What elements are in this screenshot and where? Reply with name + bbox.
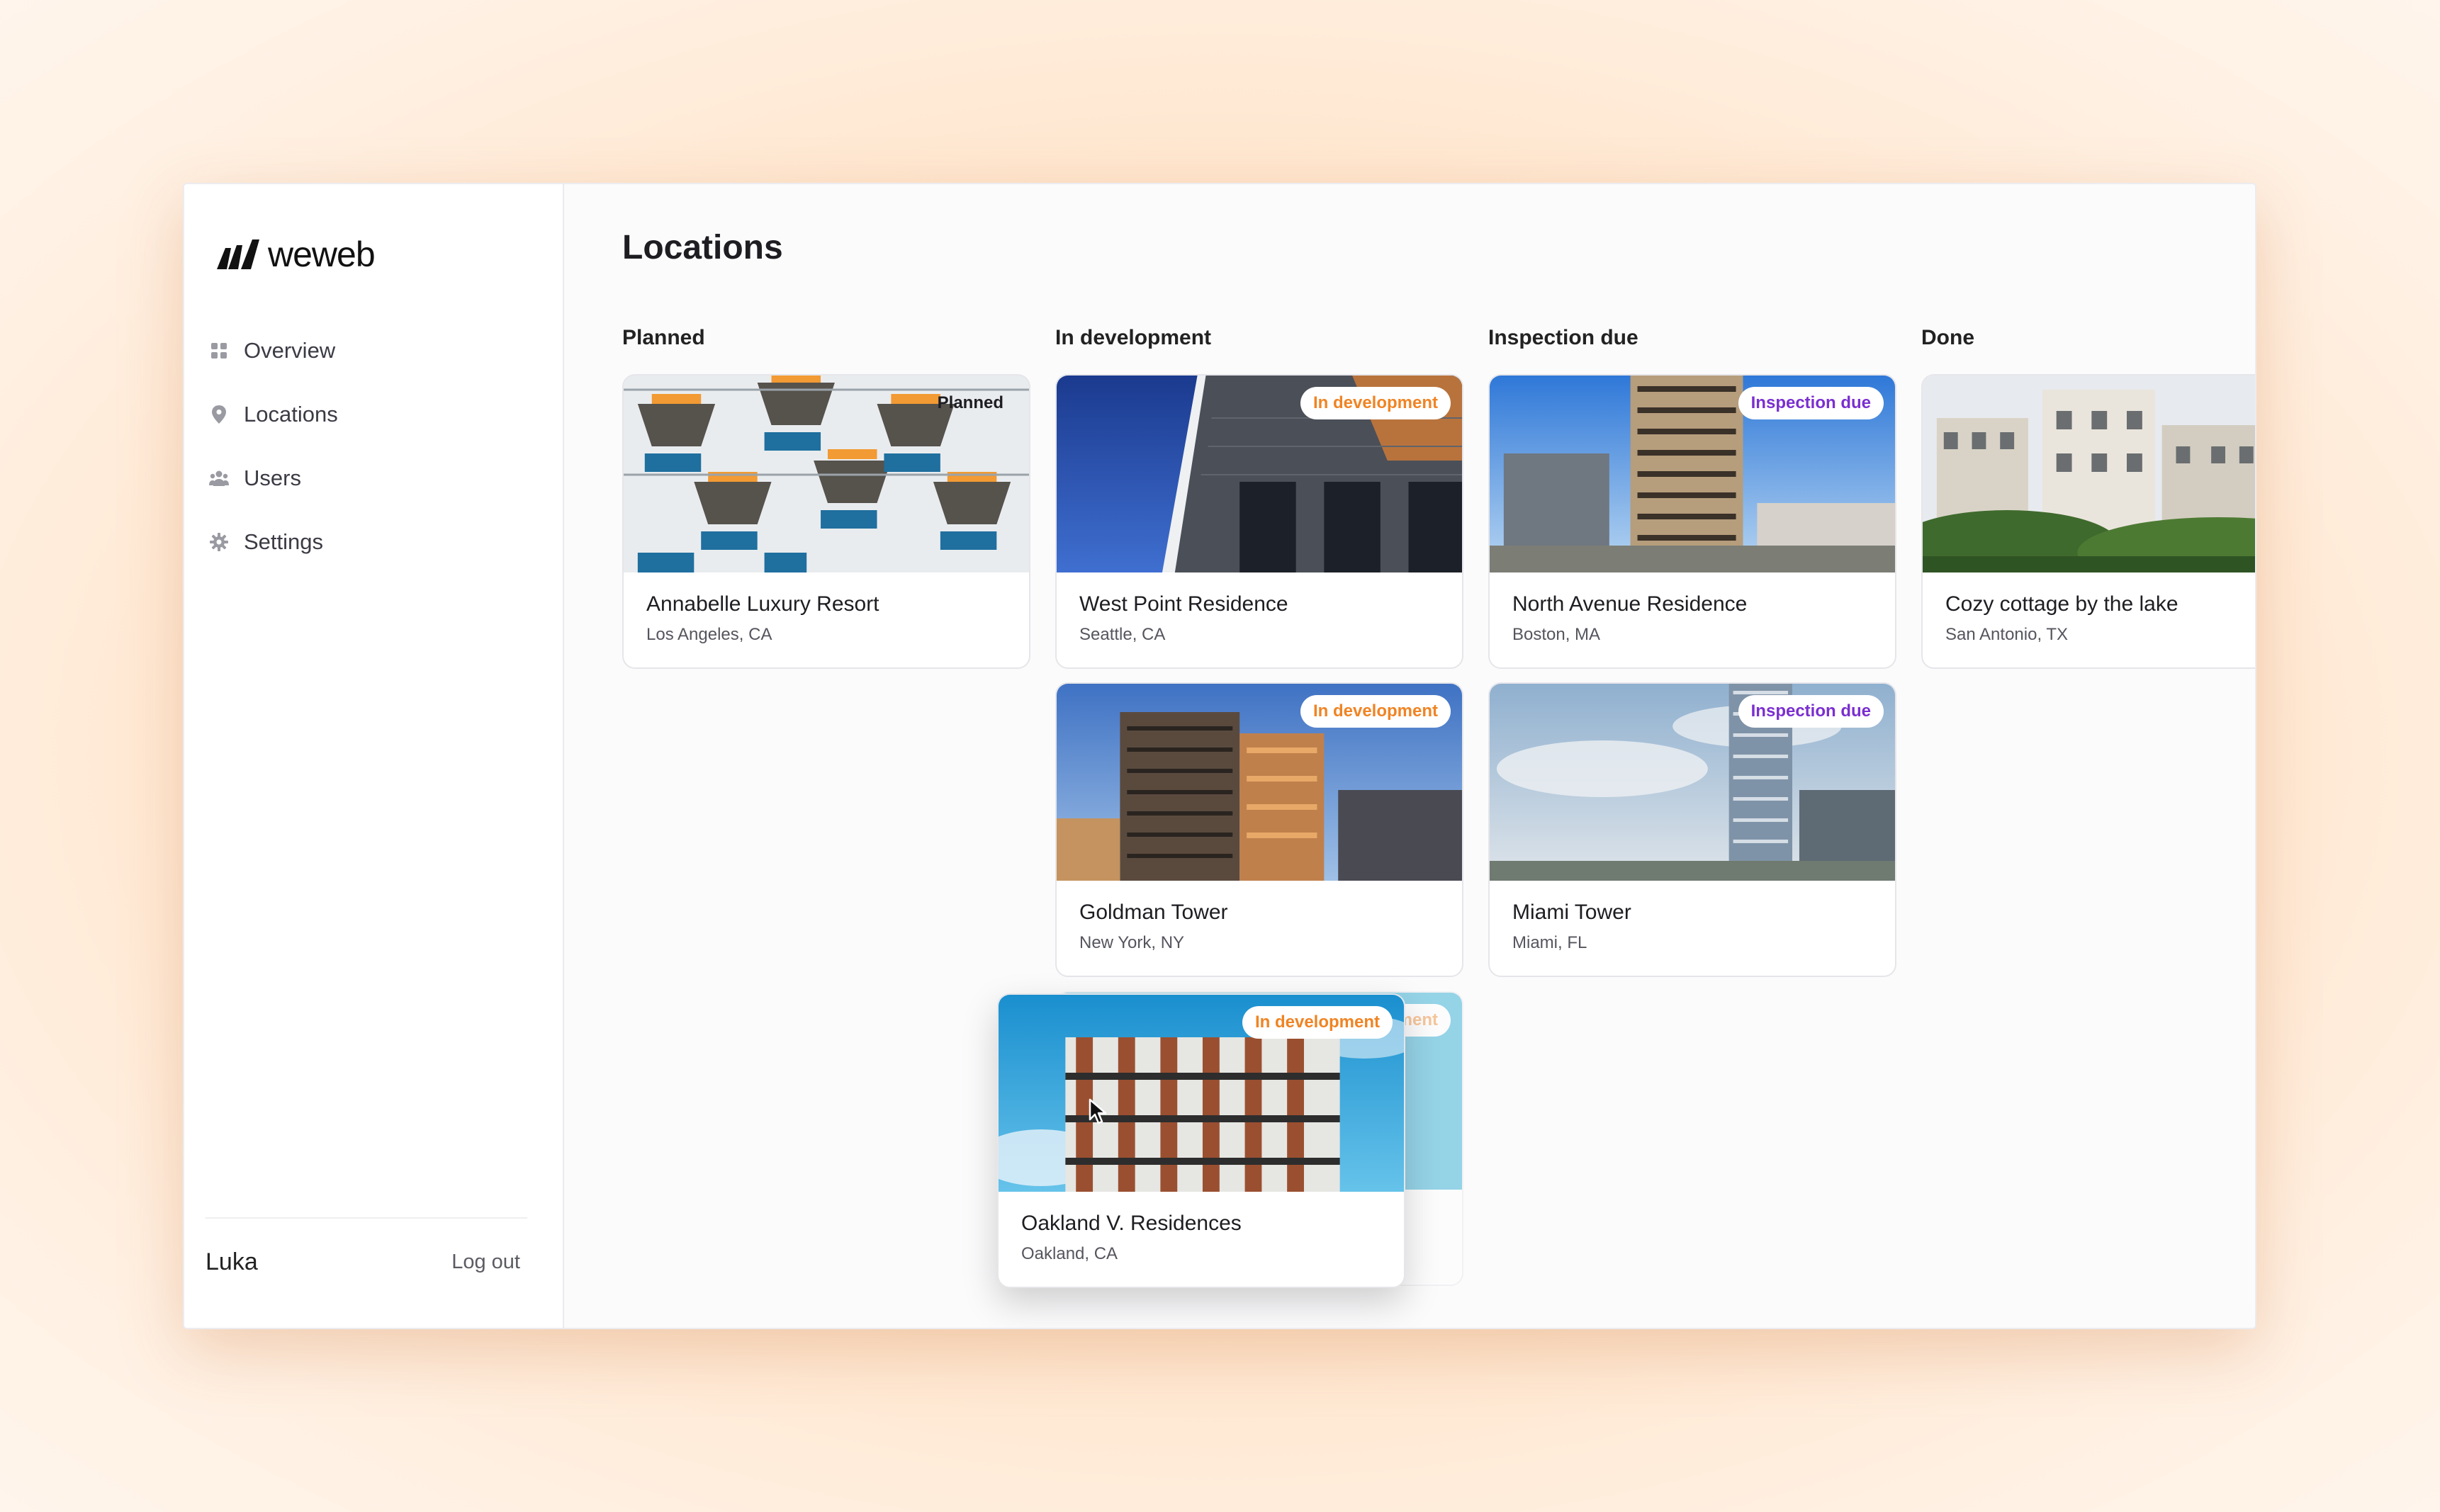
sidebar-item-label: Settings xyxy=(244,529,324,554)
card-location: New York, NY xyxy=(1079,933,1185,952)
card-location: Los Angeles, CA xyxy=(646,625,772,644)
mouse-cursor-icon xyxy=(1089,1098,1107,1124)
card-location: Seattle, CA xyxy=(1079,625,1166,644)
location-card[interactable]: Inspection due North Avenue Residence Bo… xyxy=(1488,374,1896,669)
card-location: San Antonio, TX xyxy=(1945,625,2069,644)
app-window: weweb Overview Locations Users Settings … xyxy=(183,183,2256,1329)
logo-text: weweb xyxy=(268,235,376,274)
card-title: North Avenue Residence xyxy=(1512,592,1748,616)
card-location: Oakland, CA xyxy=(1021,1244,1118,1263)
column-title-done: Done xyxy=(1921,326,1974,349)
card-image: In development xyxy=(1057,684,1462,881)
status-badge: In development xyxy=(1300,387,1451,419)
sidebar-item-locations[interactable]: Locations xyxy=(206,383,539,446)
card-image: In development xyxy=(999,995,1404,1192)
sidebar-item-users[interactable]: Users xyxy=(206,446,539,510)
kanban-board: Planned In development Inspection due Do… xyxy=(564,184,2255,1328)
sidebar-item-label: Users xyxy=(244,466,301,490)
weweb-logo-icon xyxy=(217,239,259,269)
card-image: In development xyxy=(1057,376,1462,572)
card-title: Oakland V. Residences xyxy=(1021,1212,1242,1235)
card-title: West Point Residence xyxy=(1079,592,1288,616)
card-title: Annabelle Luxury Resort xyxy=(646,592,879,616)
column-title-inspection-due: Inspection due xyxy=(1488,326,1638,349)
card-image xyxy=(1923,376,2255,572)
location-card[interactable]: In development Goldman Tower New York, N… xyxy=(1055,682,1463,977)
status-badge: Planned xyxy=(937,393,1003,412)
sidebar-item-overview[interactable]: Overview xyxy=(206,319,539,383)
status-badge: Inspection due xyxy=(1738,387,1884,419)
sidebar-item-label: Locations xyxy=(244,402,338,427)
sidebar-footer: Luka Log out xyxy=(206,1217,527,1276)
card-image: Inspection due xyxy=(1490,684,1895,881)
sidebar: weweb Overview Locations Users Settings … xyxy=(184,184,564,1328)
card-title: Cozy cottage by the lake xyxy=(1945,592,2178,616)
logout-button[interactable]: Log out xyxy=(451,1251,527,1274)
status-badge: Inspection due xyxy=(1738,695,1884,728)
users-icon xyxy=(208,468,230,489)
card-image: Inspection due xyxy=(1490,376,1895,572)
status-badge: In development xyxy=(1242,1006,1393,1039)
card-location: Miami, FL xyxy=(1512,933,1587,952)
location-card[interactable]: Planned Annabelle Luxury Resort Los Ange… xyxy=(622,374,1030,669)
column-title-planned: Planned xyxy=(622,326,705,349)
column-title-in-development: In development xyxy=(1055,326,1212,349)
sidebar-item-label: Overview xyxy=(244,338,336,363)
location-card[interactable]: Cozy cottage by the lake San Antonio, TX xyxy=(1921,374,2255,669)
dragging-location-card[interactable]: In development Oakland V. Residences Oak… xyxy=(997,993,1405,1288)
gear-icon xyxy=(208,531,230,553)
user-name: Luka xyxy=(206,1248,258,1275)
location-card[interactable]: Inspection due Miami Tower Miami, FL xyxy=(1488,682,1896,977)
sidebar-nav: Overview Locations Users Settings xyxy=(206,319,539,574)
pin-icon xyxy=(208,404,230,425)
sidebar-item-settings[interactable]: Settings xyxy=(206,510,539,574)
status-badge: In development xyxy=(1300,695,1451,728)
card-title: Miami Tower xyxy=(1512,901,1631,924)
card-title: Goldman Tower xyxy=(1079,901,1228,924)
main-content: Locations Planned In development Inspect… xyxy=(564,184,2255,1328)
grid-icon xyxy=(208,340,230,361)
card-image: Planned xyxy=(624,376,1029,572)
weweb-logo[interactable]: weweb xyxy=(215,234,376,275)
card-location: Boston, MA xyxy=(1512,625,1601,644)
location-card[interactable]: In development West Point Residence Seat… xyxy=(1055,374,1463,669)
